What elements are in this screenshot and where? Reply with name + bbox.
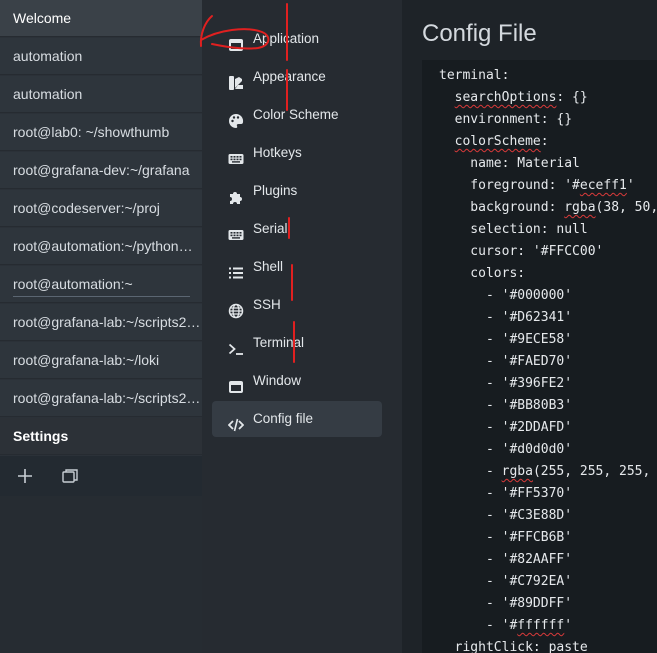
nav-terminal[interactable]: Terminal [212,325,382,361]
tab-codeserver[interactable]: root@codeserver:~/proj [0,190,202,227]
nav-label: Serial [253,221,288,236]
tab-lab0[interactable]: root@lab0: ~/showthumb [0,114,202,151]
code-line: foreground: '#eceff1' [439,178,635,193]
tab-grafana-lab-scripts-1[interactable]: root@grafana-lab:~/scripts2… [0,304,202,341]
nav-label: Application [253,31,320,46]
list-icon [228,259,244,279]
nav-config-file[interactable]: Config file [212,401,382,437]
swatches-icon [228,69,244,90]
page-title: Config File [422,20,537,47]
nav-serial[interactable]: Serial [212,211,382,247]
code-line: - '#D62341' [439,310,573,325]
nav-label: Shell [253,259,284,274]
window-icon [228,31,244,51]
code-line: searchOptions: {} [454,90,588,105]
tab-label: root@grafana-lab:~/scripts2… [13,390,201,406]
nav-appearance[interactable]: Appearance [212,59,382,95]
config-pane: Config File terminal: searchOptions: {} … [402,0,657,653]
nav-ssh[interactable]: SSH [212,287,382,323]
app-window: Welcome automation automation root@lab0:… [0,0,657,653]
code-line: - '#C3E88D' [439,508,573,523]
nav-label: Config file [253,411,314,426]
nav-hotkeys[interactable]: Hotkeys [212,135,382,171]
tab-grafana-dev[interactable]: root@grafana-dev:~/grafana [0,152,202,189]
keyboard-icon [228,145,244,164]
tab-automation-1[interactable]: automation [0,38,202,75]
code-line: - '#396FE2' [439,376,573,391]
globe-icon [228,297,244,319]
nav-label: SSH [253,297,281,312]
tab-label: root@codeserver:~/proj [13,200,160,216]
tab-automation-python[interactable]: root@automation:~/python… [0,228,202,265]
tab-settings[interactable]: Settings [0,418,202,455]
tab-label: root@automation:~/python… [13,238,193,254]
tab-automation-home[interactable]: root@automation:~ [0,266,202,303]
code-line: - '#000000' [439,288,573,303]
palette-icon [228,107,244,128]
tab-label: root@automation:~ [13,276,133,292]
nav-label: Hotkeys [253,145,302,160]
tab-label: Welcome [13,10,72,26]
tab-automation-2[interactable]: automation [0,76,202,113]
tab-label: Settings [13,428,69,444]
code-line: - '#FAED70' [439,354,573,369]
code-line: - '#d0d0d0' [439,442,573,457]
nav-label: Terminal [253,335,305,350]
code-line: - '#C792EA' [439,574,573,589]
code-line: colors: [439,266,526,281]
code-line: - rgba(255, 255, 255, 0.2) [439,464,651,479]
code-line: rightClick: paste [439,640,588,653]
tab-welcome[interactable]: Welcome [0,0,202,37]
nav-shell[interactable]: Shell [212,249,382,285]
tab-list-empty-area [0,496,202,653]
tab-list: Welcome automation automation root@lab0:… [0,0,202,653]
windows-icon[interactable] [60,466,80,486]
code-icon [227,411,245,432]
nav-label: Appearance [253,69,326,84]
settings-nav: Application Appearance Color Scheme Hotk… [202,0,402,653]
plus-icon[interactable] [15,466,35,486]
code-line: background: rgba(38, 50, 56, 1) [439,200,657,215]
window-icon [228,373,244,393]
code-line: - '#ffffff' [439,618,573,633]
keyboard-icon [228,221,244,240]
tab-label: root@grafana-dev:~/grafana [13,162,190,178]
nav-color-scheme[interactable]: Color Scheme [212,97,382,133]
tab-label: automation [13,48,83,64]
code-line: - '#FF5370' [439,486,573,501]
nav-window[interactable]: Window [212,363,382,399]
code-line: - '#9ECE58' [439,332,573,347]
code-line: cursor: '#FFCC00' [439,244,604,259]
nav-label: Plugins [253,183,298,198]
puzzle-icon [228,183,244,204]
code-line: terminal: [439,68,510,83]
nav-label: Color Scheme [253,107,339,122]
code-line: - '#89DDFF' [439,596,573,611]
code-line: name: Material [439,156,580,171]
tab-label: root@grafana-lab:~/scripts2… [13,314,201,330]
tab-label: root@grafana-lab:~/loki [13,352,160,368]
tab-label: automation [13,86,83,102]
code-line: - '#BB80B3' [439,398,573,413]
tab-grafana-lab-scripts-2[interactable]: root@grafana-lab:~/scripts2… [0,380,202,417]
tab-label: root@lab0: ~/showthumb [13,124,170,140]
code-line: environment: {} [439,112,573,127]
nav-application[interactable]: Application [212,21,382,57]
code-line: selection: null [439,222,588,237]
code-line: - '#2DDAFD' [439,420,573,435]
config-editor[interactable]: terminal: searchOptions: {} environment:… [422,60,657,653]
tab-progress-line [13,296,190,297]
nav-plugins[interactable]: Plugins [212,173,382,209]
code-line: - '#82AAFF' [439,552,573,567]
tab-list-footer [0,456,202,496]
tab-grafana-lab-loki[interactable]: root@grafana-lab:~/loki [0,342,202,379]
code-line: - '#FFCB6B' [439,530,573,545]
nav-label: Window [253,373,302,388]
code-line: colorScheme: [454,134,549,149]
terminal-icon [228,335,244,355]
